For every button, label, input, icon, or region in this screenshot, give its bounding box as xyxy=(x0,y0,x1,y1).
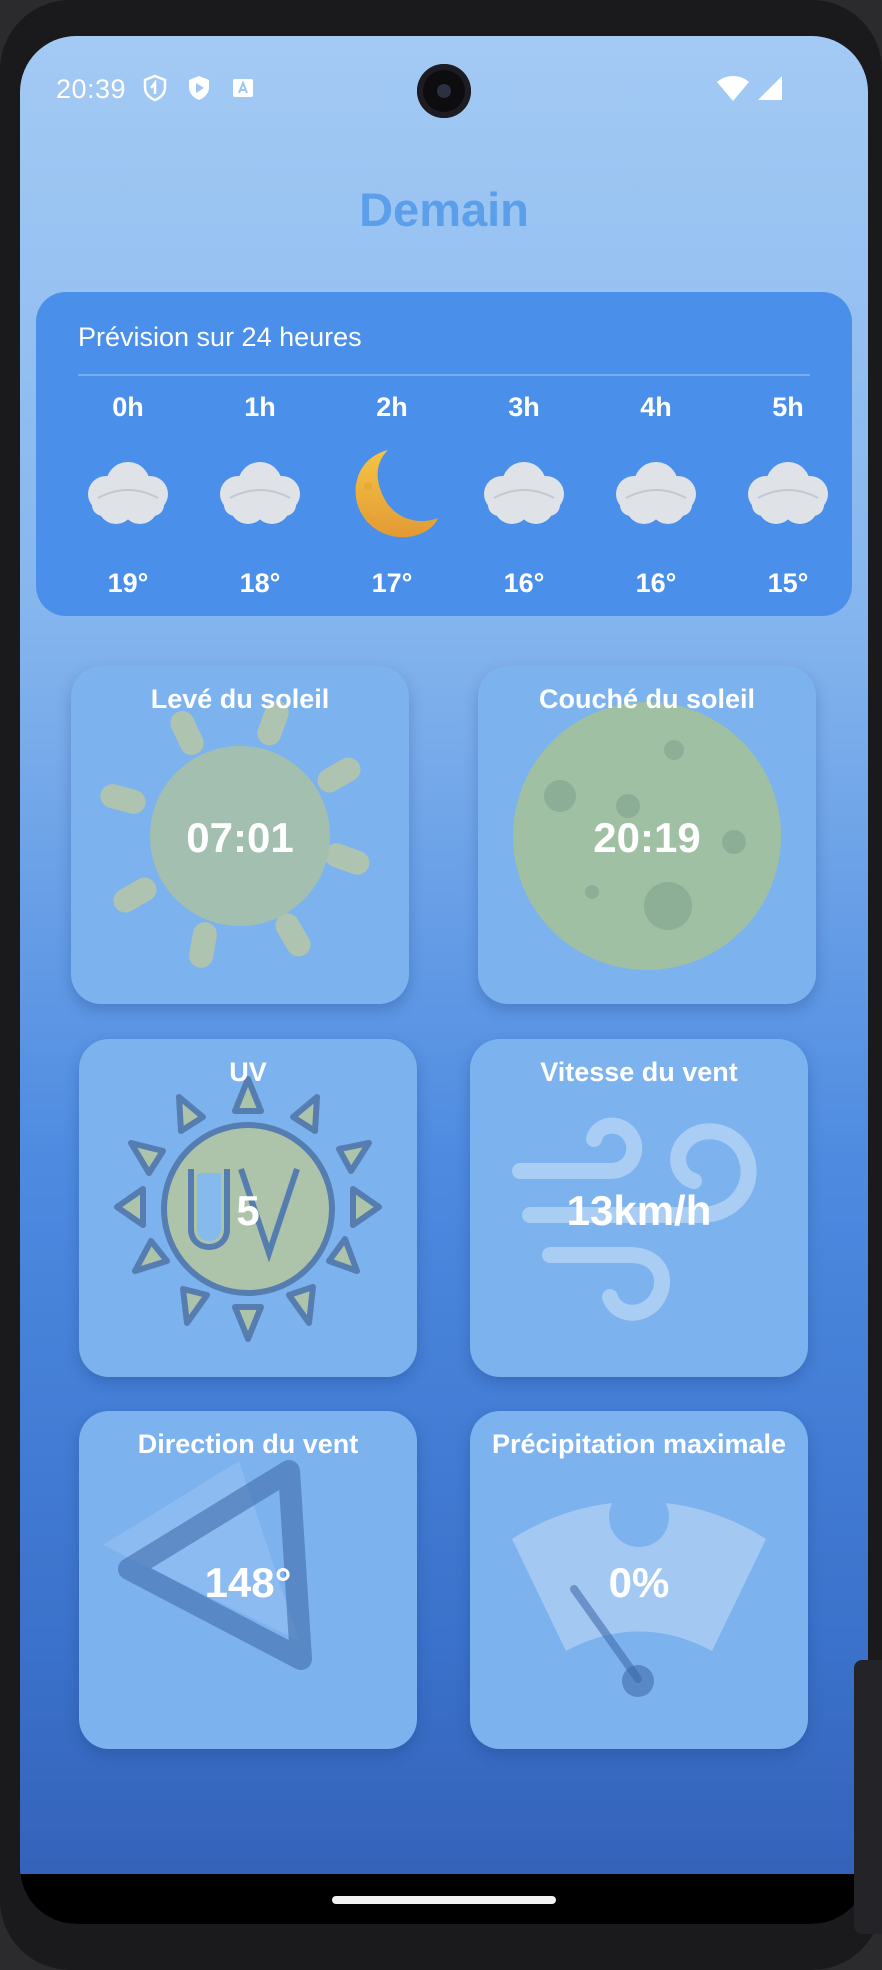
forecast-hour: 1h 18° xyxy=(210,388,310,616)
system-icons xyxy=(716,74,784,107)
uv-tile[interactable]: UV 5 xyxy=(79,1039,417,1377)
cloud-icon xyxy=(606,442,706,552)
forecast-hour: 5h 15° xyxy=(738,388,838,616)
uv-value: 5 xyxy=(236,1187,260,1234)
tile-title: Levé du soleil xyxy=(150,684,330,714)
wind-direction-value: 148° xyxy=(204,1559,292,1606)
tile-title: UV xyxy=(229,1057,267,1087)
phone-frame: 20:39 Demain Prévision sur 24 heures 0h … xyxy=(0,0,882,1970)
status-time: 20:39 xyxy=(56,74,127,104)
tile-title: Vitesse du vent xyxy=(540,1057,738,1087)
forecast-hour: 4h 16° xyxy=(606,388,706,616)
hour-temp: 15° xyxy=(767,568,809,598)
wind-speed-value: 13km/h xyxy=(566,1187,712,1234)
forecast-hour: 2h 17° xyxy=(342,388,442,616)
sunrise-tile[interactable]: Levé du soleil 07:01 xyxy=(71,666,409,1004)
tile-title: Couché du soleil xyxy=(538,684,756,714)
screen: 20:39 Demain Prévision sur 24 heures 0h … xyxy=(20,36,868,1924)
cloud-icon xyxy=(210,442,310,552)
wifi-icon xyxy=(716,74,750,107)
hour-label: 5h xyxy=(772,392,804,422)
precipitation-value: 0% xyxy=(608,1559,670,1606)
precipitation-tile[interactable]: Précipitation maximale 0% xyxy=(470,1411,808,1749)
sunset-value: 20:19 xyxy=(593,814,701,861)
hour-temp: 16° xyxy=(635,568,677,598)
hour-label: 3h xyxy=(508,392,540,422)
signal-icon xyxy=(756,74,784,107)
hour-label: 2h xyxy=(376,392,408,422)
forecast-hour: 0h 19° xyxy=(78,388,178,616)
shield-icon xyxy=(142,74,168,102)
tile-title: Direction du vent xyxy=(137,1429,359,1459)
navigation-bar xyxy=(20,1874,868,1924)
status-icons xyxy=(142,74,256,102)
wind-direction-tile[interactable]: Direction du vent 148° xyxy=(79,1411,417,1749)
cloud-icon xyxy=(474,442,574,552)
hour-temp: 17° xyxy=(371,568,413,598)
sunrise-value: 07:01 xyxy=(186,814,294,861)
status-bar: 20:39 xyxy=(20,36,868,146)
sunset-tile[interactable]: Couché du soleil 20:19 xyxy=(478,666,816,1004)
tile-title: Précipitation maximale xyxy=(491,1429,787,1459)
home-indicator[interactable] xyxy=(332,1896,556,1904)
hour-temp: 18° xyxy=(239,568,281,598)
forecast-card[interactable]: Prévision sur 24 heures 0h 19° 1h 18° 2h… xyxy=(36,292,852,616)
forecast-hours[interactable]: 0h 19° 1h 18° 2h 17° 3h 16° 4h 16° 5h 15… xyxy=(78,388,852,616)
divider xyxy=(78,374,810,376)
forecast-hour: 3h 16° xyxy=(474,388,574,616)
moon-icon xyxy=(342,442,442,552)
wind-speed-tile[interactable]: Vitesse du vent 13km/h xyxy=(470,1039,808,1377)
hour-temp: 16° xyxy=(503,568,545,598)
front-camera xyxy=(417,64,471,118)
keyboard-icon xyxy=(230,74,256,102)
hour-label: 4h xyxy=(640,392,672,422)
cloud-icon xyxy=(78,442,178,552)
side-panel xyxy=(854,1660,882,1934)
cloud-icon xyxy=(738,442,828,552)
hour-label: 0h xyxy=(112,392,144,422)
forecast-title: Prévision sur 24 heures xyxy=(78,322,362,352)
page-title: Demain xyxy=(359,183,529,236)
hour-temp: 19° xyxy=(107,568,149,598)
play-protect-icon xyxy=(186,74,212,102)
hour-label: 1h xyxy=(244,392,276,422)
